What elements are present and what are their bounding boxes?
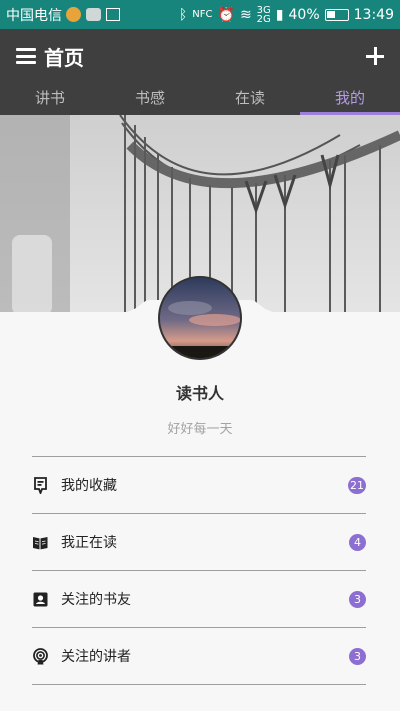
nfc-icon: NFC <box>192 9 213 20</box>
tab-mine[interactable]: 我的 <box>300 83 400 115</box>
count-badge: 21 <box>348 476 366 494</box>
tab-bar: 讲书 书感 在读 我的 <box>0 83 400 115</box>
profile-menu: 我的收藏 21 我正在读 4 关注的书友 3 关注的讲者 3 <box>32 456 366 685</box>
image-notification-icon <box>106 8 120 21</box>
add-icon[interactable] <box>366 47 384 65</box>
bookmark-icon <box>34 476 47 494</box>
carrier-name: 中国电信 <box>6 7 62 24</box>
menu-item-label: 我的收藏 <box>61 478 117 494</box>
profile-name: 读书人 <box>175 384 224 403</box>
page-title: 首页 <box>44 45 84 70</box>
menu-item-followed-readers[interactable]: 关注的书友 3 <box>32 571 366 628</box>
count-badge: 4 <box>349 533 366 551</box>
network-type: 3G 2G <box>256 4 271 25</box>
contact-card-icon <box>33 592 48 606</box>
count-badge: 3 <box>349 590 366 608</box>
alarm-icon: ⏰ <box>217 6 235 23</box>
tab-shugan[interactable]: 书感 <box>100 83 200 115</box>
podcast-icon <box>33 647 48 664</box>
notification-app-icon <box>66 7 81 22</box>
menu-item-reading[interactable]: 我正在读 4 <box>32 514 366 571</box>
notification-badge-icon <box>86 8 101 21</box>
battery-percent: 40% <box>288 6 320 23</box>
battery-icon <box>324 8 349 21</box>
bluetooth-icon: ᛒ <box>178 6 188 23</box>
menu-item-label: 关注的讲者 <box>61 649 131 665</box>
hamburger-menu-icon[interactable] <box>16 48 36 64</box>
profile-motto: 好好每一天 <box>167 422 233 437</box>
clock: 13:49 <box>353 6 394 23</box>
count-badge: 3 <box>349 647 366 665</box>
menu-item-label: 关注的书友 <box>61 592 131 608</box>
avatar[interactable] <box>158 276 242 360</box>
tab-zaidu[interactable]: 在读 <box>200 83 300 115</box>
open-book-icon <box>33 536 48 549</box>
menu-item-followed-speakers[interactable]: 关注的讲者 3 <box>32 628 366 685</box>
menu-item-favorites[interactable]: 我的收藏 21 <box>32 457 366 514</box>
signal-icon: ▮ <box>275 6 284 23</box>
wifi-icon: ≋ <box>239 6 252 23</box>
tab-jiangshu[interactable]: 讲书 <box>0 83 100 115</box>
top-app-bar: 首页 <box>0 29 400 83</box>
menu-item-label: 我正在读 <box>61 535 117 551</box>
status-bar: 中国电信 ᛒ NFC ⏰ ≋ 3G 2G ▮ 40% 13:49 <box>0 0 400 29</box>
